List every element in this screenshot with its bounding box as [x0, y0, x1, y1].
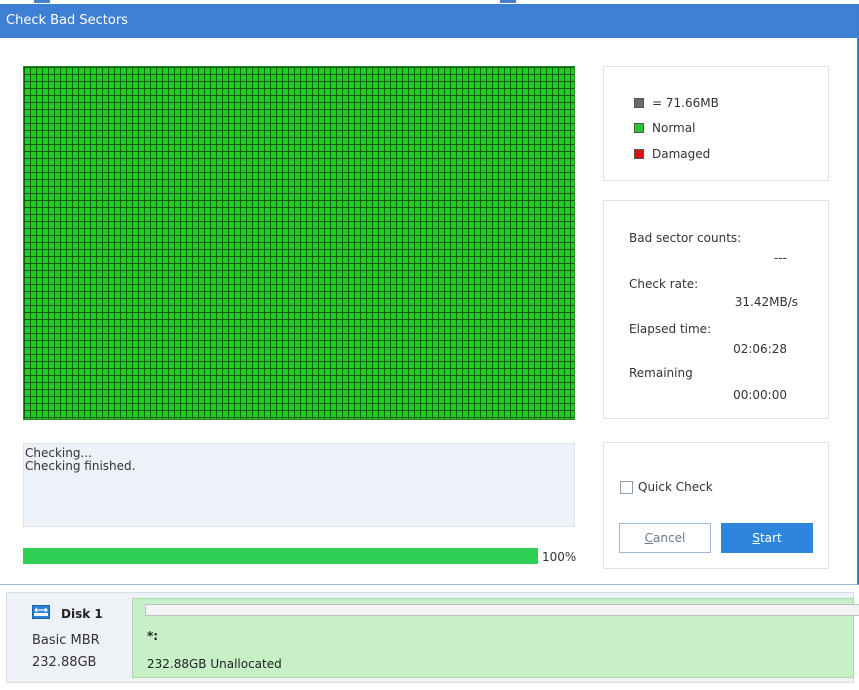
legend-block-size-label: = 71.66MB	[652, 96, 719, 110]
partition-name: *:	[147, 629, 159, 643]
cancel-button[interactable]: Cancel	[619, 523, 711, 553]
cancel-button-label: Cancel	[644, 531, 686, 545]
normal-swatch	[634, 123, 644, 133]
partition-description: 232.88GB Unallocated	[147, 657, 282, 671]
quick-check-label[interactable]: Quick Check	[638, 480, 713, 494]
bad-sector-label: Bad sector counts:	[629, 231, 742, 245]
progress-bar	[23, 548, 538, 564]
sector-map-grid	[23, 66, 575, 420]
disk-map-area: Disk 1 Basic MBR 232.88GB *: 232.88GB Un…	[0, 588, 859, 690]
elapsed-time-value: 02:06:28	[733, 342, 787, 356]
remaining-label: Remaining	[629, 366, 693, 380]
elapsed-time-label: Elapsed time:	[629, 322, 712, 336]
disk-icon	[32, 605, 50, 619]
disk-type: Basic MBR	[32, 633, 100, 648]
disk-card[interactable]: Disk 1 Basic MBR 232.88GB *: 232.88GB Un…	[6, 592, 859, 683]
start-button[interactable]: Start	[721, 523, 813, 553]
background-icon	[34, 0, 50, 3]
legend-block-size: = 71.66MB	[634, 96, 719, 110]
check-rate-value: 31.42MB/s	[734, 295, 798, 309]
legend-normal: Normal	[634, 121, 695, 135]
legend-normal-label: Normal	[652, 121, 696, 135]
disk-name: Disk 1	[61, 607, 103, 621]
log-line: Checking finished.	[25, 459, 136, 473]
check-rate-label: Check rate:	[629, 277, 699, 291]
background-icon	[500, 0, 516, 3]
check-bad-sectors-dialog: Check Bad Sectors = 71.66MB Normal Damag…	[0, 4, 859, 585]
legend-damaged: Damaged	[634, 147, 710, 161]
progress-percent: 100%	[542, 550, 577, 564]
partition-usage-bar	[145, 604, 859, 616]
quick-check-checkbox[interactable]	[620, 481, 633, 494]
dialog-title: Check Bad Sectors	[6, 13, 128, 28]
legend-damaged-label: Damaged	[652, 147, 711, 161]
status-log: Checking... Checking finished.	[23, 443, 575, 527]
legend-panel: = 71.66MB Normal Damaged	[603, 66, 829, 181]
actions-panel: Quick Check Cancel Start	[603, 442, 829, 569]
block-swatch	[634, 98, 644, 108]
bad-sector-value: ---	[774, 251, 787, 265]
start-button-label: Start	[752, 531, 782, 545]
stats-panel: Bad sector counts: --- Check rate: 31.42…	[603, 200, 829, 419]
partition-unallocated[interactable]: *: 232.88GB Unallocated	[132, 598, 859, 678]
remaining-value: 00:00:00	[733, 388, 787, 402]
disk-size: 232.88GB	[32, 655, 97, 670]
damaged-swatch	[634, 149, 644, 159]
dialog-titlebar[interactable]: Check Bad Sectors	[0, 4, 857, 38]
progress-fill	[23, 548, 538, 564]
